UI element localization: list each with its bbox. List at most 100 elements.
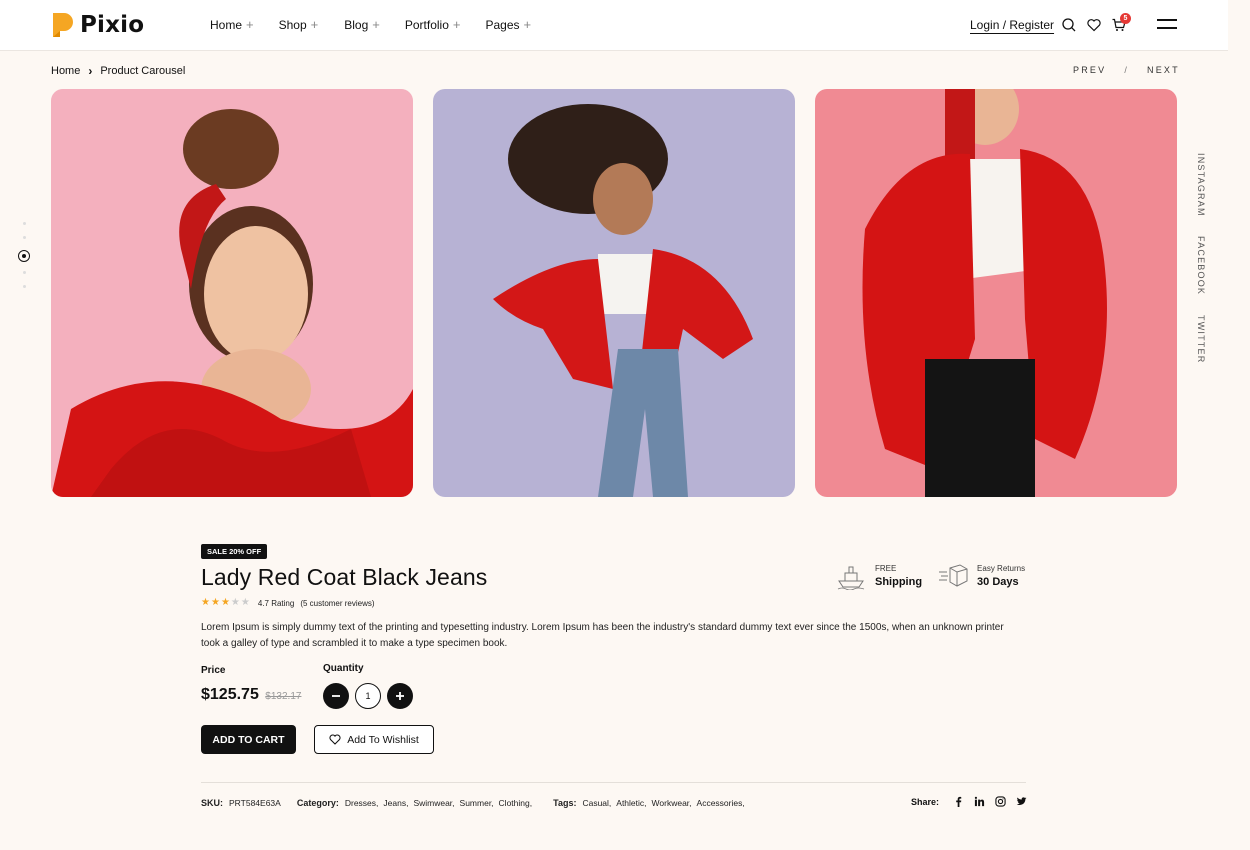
plus-icon: +: [372, 17, 380, 32]
linkedin-icon[interactable]: [974, 796, 985, 807]
facebook-link[interactable]: FACEBOOK: [1196, 236, 1206, 295]
product-meta: SKU: PRT584E63A Category: Dresses, Jeans…: [201, 798, 766, 808]
box-return-icon: [939, 564, 968, 587]
product-image-2[interactable]: [433, 89, 795, 497]
wishlist-label: Add To Wishlist: [347, 733, 419, 746]
product-rating: ★ ★ ★ ★ ★ 4.7 Rating (5 customer reviews…: [201, 598, 375, 608]
star-icon: ★: [240, 597, 250, 608]
feature-returns-big: 30 Days: [977, 576, 1019, 588]
category-link[interactable]: Dresses,: [345, 798, 379, 808]
instagram-icon[interactable]: [995, 796, 1006, 807]
breadcrumb-current: Product Carousel: [100, 65, 186, 77]
login-register-link[interactable]: Login / Register: [970, 18, 1054, 32]
facebook-icon[interactable]: [953, 796, 964, 807]
price: $125.75 $132.17: [201, 686, 301, 704]
sku-value: PRT584E63A: [229, 798, 281, 808]
product-description: Lorem Ipsum is simply dummy text of the …: [201, 622, 1004, 649]
tag-link[interactable]: Athletic,: [616, 798, 646, 808]
carousel-dot[interactable]: [22, 236, 26, 239]
heart-icon[interactable]: [1086, 17, 1102, 33]
share-label: Share:: [911, 796, 940, 807]
nav-blog[interactable]: Blog +: [344, 17, 380, 32]
plus-icon: [396, 692, 404, 700]
cart-count-badge: 5: [1120, 13, 1131, 24]
old-price: $132.17: [265, 691, 302, 702]
feature-returns: Easy Returns 30 Days: [938, 562, 1025, 590]
category-link[interactable]: Summer,: [460, 798, 494, 808]
feature-shipping: FREE Shipping: [836, 562, 922, 590]
carousel-dot[interactable]: [22, 285, 26, 288]
plus-icon: +: [310, 17, 319, 32]
prev-button[interactable]: PREV: [1073, 65, 1106, 75]
hamburger-menu-icon[interactable]: [1157, 19, 1177, 31]
logo-text: Pixio: [80, 12, 145, 38]
nav-shop-label: Shop: [278, 17, 307, 32]
nav-pages-label: Pages: [485, 17, 520, 32]
quantity-increase-button[interactable]: [387, 683, 413, 709]
product-photo-illustration: [51, 89, 413, 497]
pager-separator: /: [1124, 65, 1130, 75]
chevron-right-icon: ›: [88, 64, 93, 78]
tag-link[interactable]: Accessories,: [697, 798, 745, 808]
current-price: $125.75: [201, 686, 259, 703]
tag-link[interactable]: Casual,: [582, 798, 611, 808]
plus-icon: +: [246, 17, 254, 32]
nav-portfolio-label: Portfolio: [404, 17, 449, 32]
category-link[interactable]: Swimwear,: [413, 798, 454, 808]
twitter-link[interactable]: TWITTER: [1196, 315, 1206, 363]
add-to-cart-button[interactable]: ADD TO CART: [201, 725, 296, 754]
nav-home-label: Home: [210, 17, 243, 32]
price-label: Price: [201, 665, 226, 676]
carousel-dot-active[interactable]: [18, 250, 30, 262]
carousel-dot[interactable]: [22, 222, 26, 225]
star-icon: ★: [201, 597, 210, 608]
category-link[interactable]: Jeans,: [383, 798, 408, 808]
rating-text: 4.7 Rating: [257, 598, 295, 608]
logo-icon: [53, 13, 73, 37]
quantity-input[interactable]: [355, 683, 381, 709]
feature-shipping-small: FREE: [875, 564, 897, 573]
plus-icon: +: [452, 17, 461, 32]
share-bar: Share:: [911, 796, 1027, 807]
nav-pages[interactable]: Pages +: [485, 17, 531, 32]
star-rating: ★ ★ ★ ★ ★: [201, 598, 250, 608]
carousel-pager: PREV / NEXT: [1073, 65, 1180, 75]
product-image-3[interactable]: [815, 89, 1177, 497]
carousel-dot[interactable]: [22, 271, 26, 274]
star-icon: ★: [230, 597, 240, 608]
tags-group: Tags: Casual, Athletic, Workwear, Access…: [553, 798, 750, 808]
star-icon: ★: [220, 597, 230, 608]
divider: [201, 782, 1026, 783]
minus-icon: [332, 695, 340, 697]
reviews-link[interactable]: (5 customer reviews): [300, 599, 374, 608]
sku-group: SKU: PRT584E63A: [201, 798, 281, 808]
star-icon: ★: [210, 597, 220, 608]
nav-home[interactable]: Home +: [210, 17, 254, 32]
nav-portfolio[interactable]: Portfolio +: [405, 17, 461, 32]
feature-shipping-big: Shipping: [875, 576, 923, 588]
quantity-label: Quantity: [323, 663, 364, 674]
nav-blog-label: Blog: [344, 17, 369, 32]
breadcrumb: Home › Product Carousel: [51, 64, 185, 78]
feature-returns-small: Easy Returns: [977, 564, 1026, 573]
breadcrumb-home[interactable]: Home: [51, 65, 80, 77]
next-button[interactable]: NEXT: [1147, 65, 1180, 75]
heart-icon: [329, 734, 341, 745]
instagram-link[interactable]: INSTAGRAM: [1196, 153, 1206, 217]
carousel-dots: [18, 222, 30, 299]
quantity-decrease-button[interactable]: [323, 683, 349, 709]
product-photo-illustration: [433, 89, 795, 497]
product-image-1[interactable]: [51, 89, 413, 497]
twitter-icon[interactable]: [1016, 796, 1027, 807]
search-icon[interactable]: [1061, 17, 1077, 33]
nav-shop[interactable]: Shop +: [279, 17, 319, 32]
category-label: Category:: [296, 798, 339, 808]
add-to-wishlist-button[interactable]: Add To Wishlist: [314, 725, 434, 754]
tags-label: Tags:: [553, 798, 577, 808]
main-nav: Home + Shop + Blog + Portfolio + Pages +: [210, 17, 531, 32]
category-link[interactable]: Clothing,: [499, 798, 533, 808]
ship-icon: [837, 566, 865, 590]
logo[interactable]: Pixio: [51, 11, 144, 39]
category-group: Category: Dresses, Jeans, Swimwear, Summ…: [297, 798, 537, 808]
tag-link[interactable]: Workwear,: [652, 798, 692, 808]
